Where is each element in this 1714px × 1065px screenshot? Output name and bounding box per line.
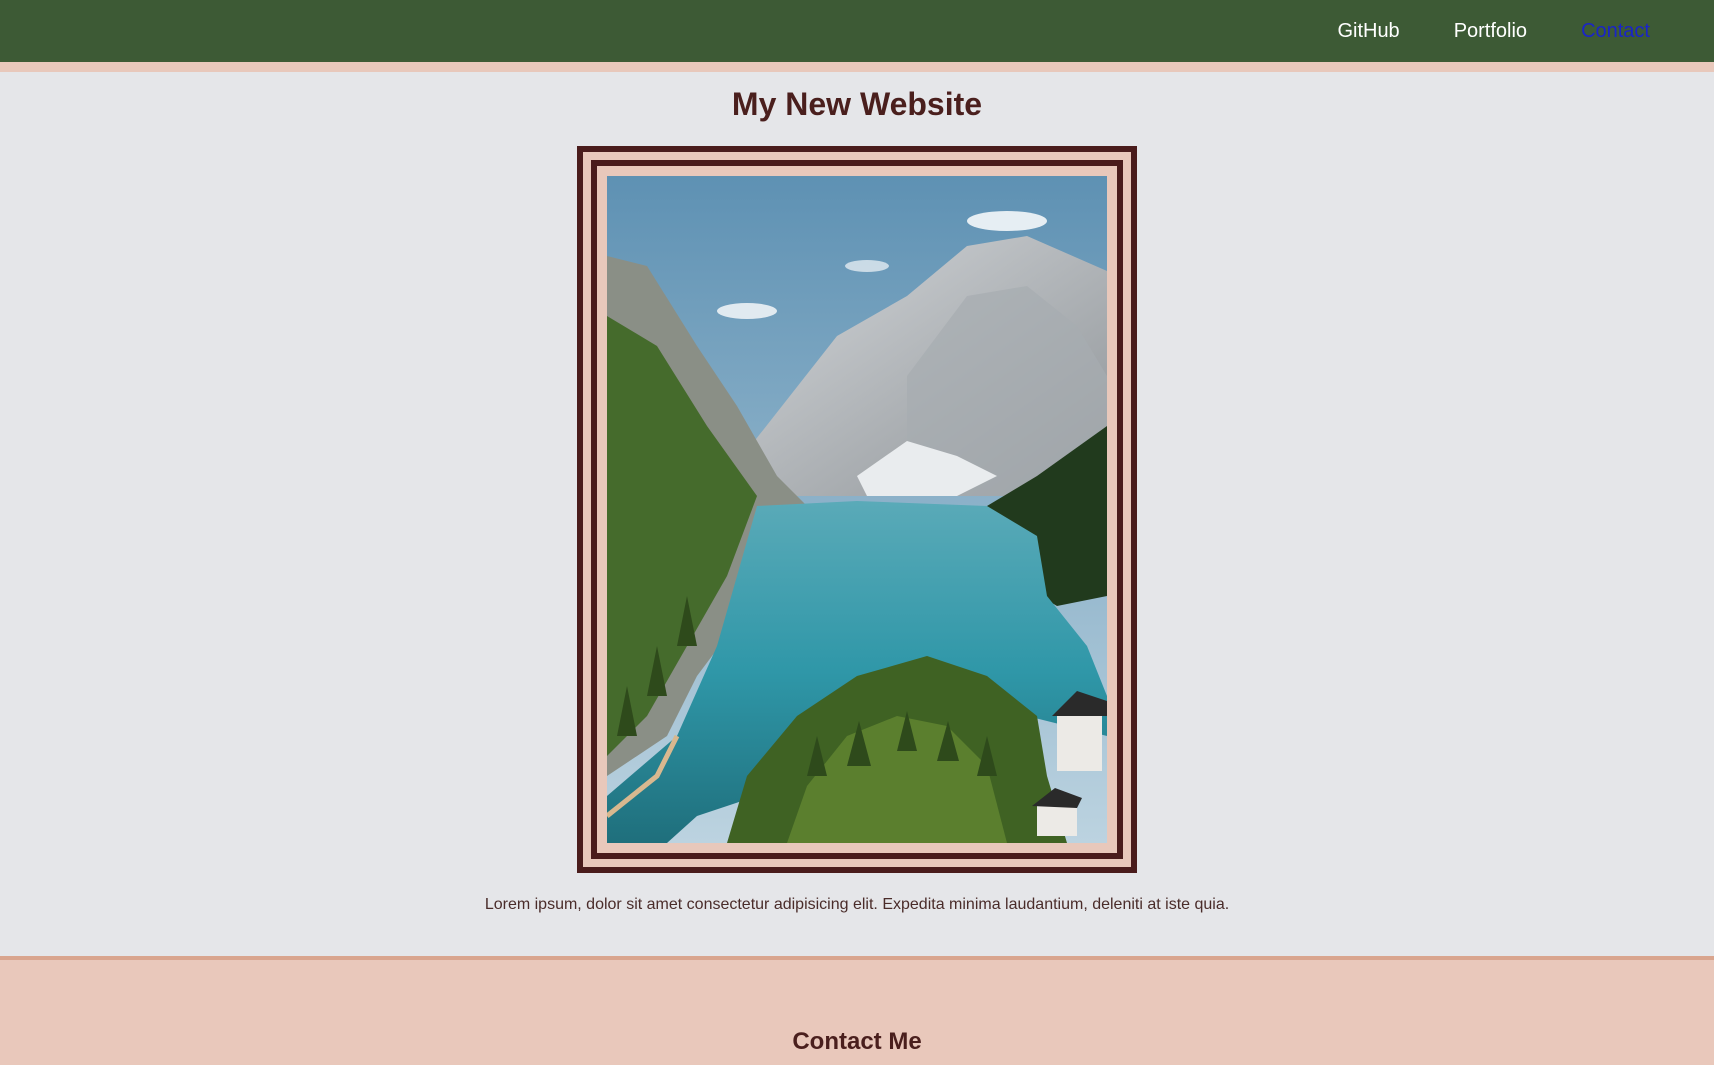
nav-accent-strip	[0, 62, 1714, 72]
nav-link-portfolio[interactable]: Portfolio	[1454, 20, 1527, 43]
mountain-lake-image	[607, 176, 1107, 843]
contact-section: Contact Me	[0, 956, 1714, 1065]
nav-link-contact[interactable]: Contact	[1581, 20, 1650, 43]
photo-frame	[577, 146, 1137, 873]
page-title: My New Website	[731, 86, 983, 122]
nav-link-github[interactable]: GitHub	[1337, 20, 1399, 43]
contact-title: Contact Me	[792, 1028, 922, 1055]
caption-text: Lorem ipsum, dolor sit amet consectetur …	[484, 896, 1230, 913]
navbar: GitHub Portfolio Contact	[0, 0, 1714, 62]
mountain-lake-photo	[607, 176, 1107, 843]
nav-links: GitHub Portfolio Contact	[1337, 0, 1650, 62]
